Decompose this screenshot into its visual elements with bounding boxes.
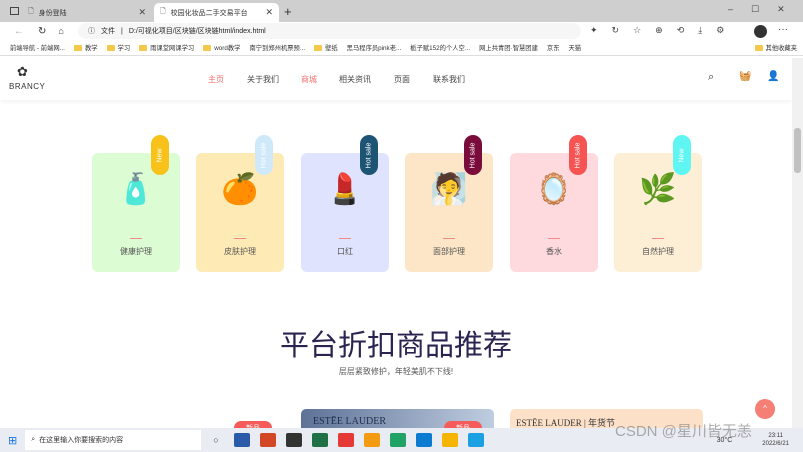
- tab-platform[interactable]: 🗋 校园化妆品二手交易平台 ✕: [154, 3, 279, 22]
- category-label: 香水: [546, 247, 562, 256]
- product-brand: ESTĒE LAUDER: [313, 416, 387, 427]
- nav-news[interactable]: 相关资讯: [339, 74, 371, 85]
- badge-text: Hot sale: [469, 142, 477, 168]
- category-icon: 🪞: [535, 173, 573, 206]
- category-badge: New: [673, 135, 691, 175]
- search-icon: ⌕: [31, 436, 36, 443]
- date: 2022/6/21: [762, 441, 789, 447]
- bookmark[interactable]: 壁纸: [314, 43, 338, 52]
- nav-pages[interactable]: 页面: [394, 74, 410, 85]
- bookmark[interactable]: 天猫: [568, 43, 581, 52]
- taskbar-search-input[interactable]: ⌕ 在这里输入你要搜索的内容: [25, 430, 202, 450]
- badge-text: New: [156, 147, 164, 163]
- bookmark[interactable]: 南宁到郑州机票预...: [249, 43, 305, 52]
- url-input[interactable]: ⓘ 文件 | D:/可视化项目/区块链/区块链html/index.html: [78, 23, 581, 39]
- section-title: 平台折扣商品推荐: [279, 330, 512, 362]
- category-label: 皮肤护理: [224, 247, 256, 256]
- category-label: 面部护理: [433, 247, 465, 256]
- lotus-logo-icon: ✿: [17, 64, 28, 79]
- badge-text: Hot sale: [574, 142, 582, 168]
- bookmark[interactable]: 教学: [73, 43, 98, 52]
- tab-login[interactable]: 🗋 身份登陆 ✕: [22, 3, 152, 22]
- browser-toolbar-icons[interactable]: ✦↻☆⊕⟲⤓⚙: [590, 25, 738, 36]
- watermark: CSDN @星川皆无恙: [615, 423, 752, 440]
- more-icon[interactable]: ···: [778, 24, 788, 35]
- badge-text: Hot sale: [365, 142, 373, 168]
- category-label: 自然护理: [642, 247, 674, 256]
- tab-label: 校园化妆品二手交易平台: [170, 9, 248, 17]
- bookmark[interactable]: 雨课堂网课学习: [139, 43, 194, 52]
- category-badge: Hot sale: [360, 135, 378, 175]
- bookmark-folder-other[interactable]: 其他收藏夹: [754, 43, 797, 52]
- page-icon: 🗋: [160, 8, 166, 15]
- window-controls[interactable]: –☐✕: [728, 4, 803, 15]
- category-badge: Hot sale: [569, 135, 587, 175]
- clock[interactable]: 23:11 2022/6/21: [762, 432, 789, 448]
- page-icon: 🗋: [28, 8, 34, 15]
- nav-contact[interactable]: 联系我们: [433, 74, 465, 85]
- info-icon: ⓘ: [88, 28, 95, 35]
- refresh-icon[interactable]: ↻: [38, 26, 46, 37]
- bookmarks-bar: 前端导航 - 前端网... 教学 学习 雨课堂网课学习 word教学 南宁到郑州…: [0, 40, 803, 56]
- search-icon[interactable]: ⌕: [708, 71, 714, 84]
- logo-text[interactable]: BRANCY: [9, 82, 45, 91]
- close-icon[interactable]: ✕: [265, 7, 273, 18]
- url-prefix: 文件: [101, 28, 115, 35]
- bookmark[interactable]: word教学: [203, 43, 240, 52]
- category-icon: 🧴: [117, 173, 155, 206]
- nav-about[interactable]: 关于我们: [247, 74, 279, 85]
- new-tab-button[interactable]: +: [284, 4, 292, 19]
- search-placeholder: 在这里输入你要搜索的内容: [39, 437, 124, 444]
- cortana-icon[interactable]: ○: [213, 435, 218, 445]
- scrollbar[interactable]: [792, 58, 803, 428]
- category-icon: 💄: [326, 173, 364, 206]
- home-icon[interactable]: ⌂: [58, 26, 63, 36]
- nav-home[interactable]: 主页: [208, 74, 224, 85]
- badge-text: New: [678, 147, 686, 163]
- bookmark[interactable]: 黑马程序员pink老...: [347, 43, 402, 52]
- close-icon[interactable]: ✕: [138, 7, 146, 18]
- category-badge: New: [151, 135, 169, 175]
- category-icon: 🌿: [639, 173, 677, 206]
- category-icon: 🍊: [221, 173, 259, 206]
- divider: [339, 238, 351, 239]
- user-icon[interactable]: 👤: [767, 71, 779, 82]
- avatar[interactable]: [754, 25, 767, 38]
- bookmark[interactable]: 前端导航 - 前端网...: [10, 43, 65, 52]
- bookmark[interactable]: 网上共青团·智慧团建: [479, 43, 538, 52]
- cart-icon[interactable]: 🧺: [739, 71, 751, 82]
- tab-actions-icon[interactable]: [10, 7, 19, 15]
- divider: [130, 238, 142, 239]
- category-icon: 🧖: [430, 173, 468, 206]
- category-badge: Hot sale: [255, 135, 273, 175]
- divider: [652, 238, 664, 239]
- divider: [443, 238, 455, 239]
- bookmark[interactable]: 学习: [106, 43, 130, 52]
- url-text: D:/可视化项目/区块链/区块链html/index.html: [128, 28, 266, 35]
- nav-shop[interactable]: 商城: [301, 74, 317, 85]
- divider: [548, 238, 560, 239]
- tab-label: 身份登陆: [38, 9, 67, 17]
- time: 23:11: [768, 433, 783, 439]
- category-label: 健康护理: [120, 247, 152, 256]
- back-icon[interactable]: ←: [14, 26, 24, 37]
- section-subtitle: 层层紧致修护，年轻美肌不下线!: [338, 367, 454, 376]
- back-to-top-button[interactable]: ^: [755, 399, 775, 419]
- badge-text: Hot sale: [260, 142, 268, 168]
- windows-start-icon[interactable]: ⊞: [8, 434, 17, 447]
- category-badge: Hot sale: [464, 135, 482, 175]
- bookmark[interactable]: 栀子赋152的个人空...: [410, 43, 470, 52]
- taskbar-apps[interactable]: [229, 433, 499, 447]
- divider: [234, 238, 246, 239]
- category-label: 口红: [337, 247, 353, 256]
- bookmark[interactable]: 京东: [547, 43, 560, 52]
